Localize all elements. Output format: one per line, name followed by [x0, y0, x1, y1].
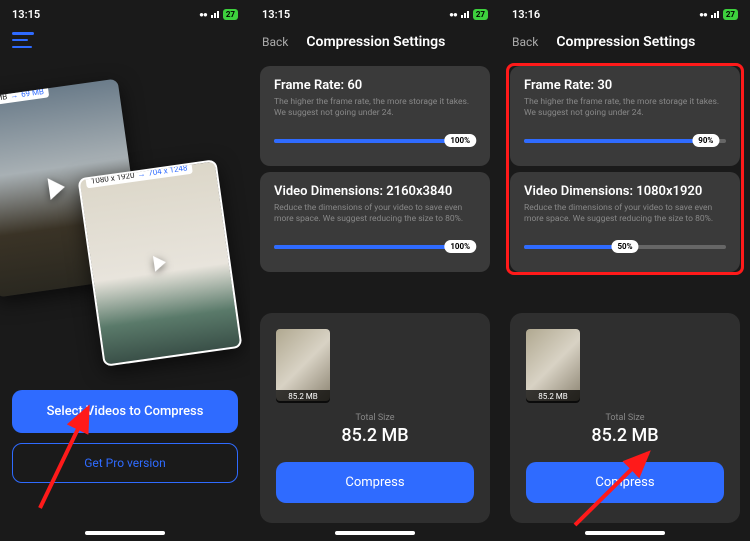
back-button[interactable]: Back: [512, 35, 538, 49]
preview-stack: 154 MB → 69 MB 1080 x 1920 → 704 x 1248: [0, 58, 250, 358]
slider-thumb[interactable]: 100%: [444, 240, 476, 253]
slider-thumb[interactable]: 90%: [692, 134, 719, 147]
wifi-icon: [211, 11, 219, 18]
arrow-right-icon: →: [10, 91, 19, 101]
video-thumbnail[interactable]: 85.2 MB: [526, 329, 580, 401]
nav-bar: Back Compression Settings: [250, 24, 500, 60]
chip-to: 704 x 1248: [148, 163, 188, 177]
frame-rate-card: Frame Rate: 30 The higher the frame rate…: [510, 66, 740, 166]
back-button[interactable]: Back: [262, 35, 288, 49]
video-thumbnail[interactable]: 85.2 MB: [276, 329, 330, 401]
battery-badge: 27: [473, 9, 488, 20]
status-time: 13:15: [12, 8, 40, 21]
dimensions-card: Video Dimensions: 2160x3840 Reduce the d…: [260, 172, 490, 272]
play-icon: [153, 254, 167, 272]
total-size-label: Total Size: [526, 413, 724, 423]
frame-rate-slider[interactable]: 90%: [524, 134, 726, 148]
card-desc: The higher the frame rate, the more stor…: [524, 97, 726, 120]
total-size-value: 85.2 MB: [276, 425, 474, 446]
arrow-right-icon: →: [137, 169, 146, 179]
frame-rate-slider[interactable]: 100%: [274, 134, 476, 148]
status-bar: 13:15 ●● 27: [0, 4, 250, 24]
cell-dots-icon: ●●: [199, 10, 207, 19]
status-time: 13:15: [262, 8, 290, 21]
compress-button[interactable]: Compress: [526, 462, 724, 503]
card-desc: The higher the frame rate, the more stor…: [274, 97, 476, 120]
screen-settings-adjusted: 13:16 ●● 27 Back Compression Settings Fr…: [500, 0, 750, 541]
total-size-label: Total Size: [276, 413, 474, 423]
card-title: Video Dimensions: 1080x1920: [524, 184, 726, 199]
slider-thumb[interactable]: 100%: [444, 134, 476, 147]
card-title: Frame Rate: 30: [524, 78, 726, 93]
battery-badge: 27: [723, 9, 738, 20]
play-icon: [48, 176, 67, 200]
page-title: Compression Settings: [556, 34, 695, 50]
status-time: 13:16: [512, 8, 540, 21]
thumb-size-label: 85.2 MB: [276, 390, 330, 403]
screen-settings-100: 13:15 ●● 27 Back Compression Settings Fr…: [250, 0, 500, 541]
page-title: Compression Settings: [306, 34, 445, 50]
dimensions-slider[interactable]: 50%: [524, 240, 726, 254]
card-desc: Reduce the dimensions of your video to s…: [524, 203, 726, 226]
home-indicator[interactable]: [85, 531, 165, 535]
card-title: Frame Rate: 60: [274, 78, 476, 93]
dimensions-slider[interactable]: 100%: [274, 240, 476, 254]
thumb-size-label: 85.2 MB: [526, 390, 580, 403]
chip-to: 69 MB: [20, 87, 44, 99]
cell-dots-icon: ●●: [449, 10, 457, 19]
cell-dots-icon: ●●: [699, 10, 707, 19]
card-title: Video Dimensions: 2160x3840: [274, 184, 476, 199]
frame-rate-card: Frame Rate: 60 The higher the frame rate…: [260, 66, 490, 166]
status-bar: 13:16 ●● 27: [500, 4, 750, 24]
dimensions-card: Video Dimensions: 1080x1920 Reduce the d…: [510, 172, 740, 272]
slider-thumb[interactable]: 50%: [611, 240, 638, 253]
card-desc: Reduce the dimensions of your video to s…: [274, 203, 476, 226]
wifi-icon: [461, 11, 469, 18]
preview-card-front: 1080 x 1920 → 704 x 1248: [77, 159, 242, 367]
compress-panel: 85.2 MB Total Size 85.2 MB Compress: [510, 313, 740, 523]
nav-bar: Back Compression Settings: [500, 24, 750, 60]
home-indicator[interactable]: [335, 531, 415, 535]
wifi-icon: [711, 11, 719, 18]
chip-from: 154 MB: [0, 92, 8, 105]
get-pro-button[interactable]: Get Pro version: [12, 443, 238, 483]
menu-icon[interactable]: [12, 32, 34, 48]
compress-button[interactable]: Compress: [276, 462, 474, 503]
battery-badge: 27: [223, 9, 238, 20]
total-size-value: 85.2 MB: [526, 425, 724, 446]
compress-panel: 85.2 MB Total Size 85.2 MB Compress: [260, 313, 490, 523]
screen-home: 13:15 ●● 27 154 MB → 69 MB 1080 x 1920 →…: [0, 0, 250, 541]
status-bar: 13:15 ●● 27: [250, 4, 500, 24]
size-chip: 154 MB → 69 MB: [0, 84, 50, 107]
home-indicator[interactable]: [585, 531, 665, 535]
select-videos-button[interactable]: Select Videos to Compress: [12, 390, 238, 433]
